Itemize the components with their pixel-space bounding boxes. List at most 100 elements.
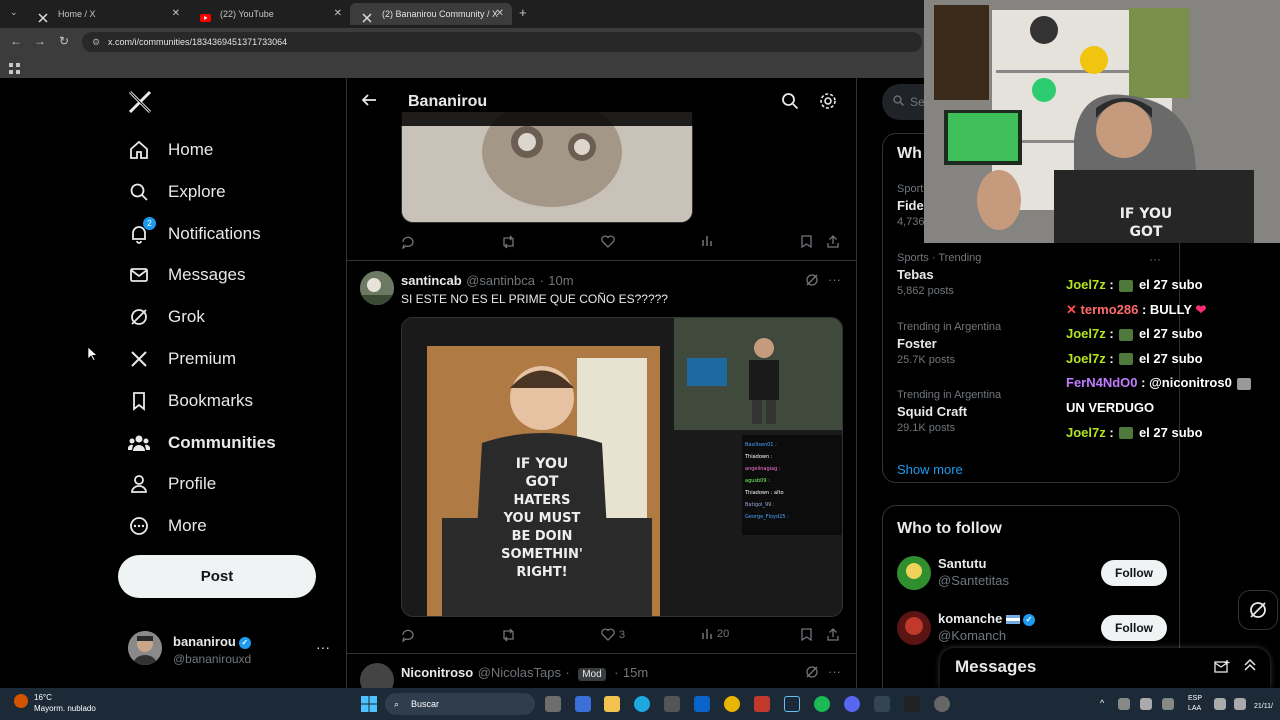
back-arrow-icon[interactable]: ← <box>10 34 22 48</box>
chat-line: Joel7z : el 27 subo <box>1066 424 1203 440</box>
more-dots-icon[interactable]: ··· <box>1149 252 1161 266</box>
nav-more[interactable]: More <box>128 509 207 543</box>
nav-messages[interactable]: Messages <box>128 258 245 292</box>
post-time[interactable]: 15m <box>623 665 648 680</box>
tab-close-icon[interactable]: ✕ <box>334 3 342 25</box>
avatar[interactable] <box>360 663 394 688</box>
follow-button[interactable]: Follow <box>1101 560 1167 586</box>
bookmark-icon[interactable] <box>801 628 812 641</box>
post-author-name[interactable]: Niconitroso <box>401 665 473 680</box>
tab-home-x[interactable]: Home / X ✕ <box>26 3 188 25</box>
app-icon[interactable] <box>874 696 890 712</box>
more-dots-icon[interactable]: ··· <box>316 639 330 655</box>
language-indicator[interactable]: ESP LAA <box>1188 694 1202 714</box>
post-time[interactable]: 10m <box>548 273 573 288</box>
volume-icon[interactable] <box>1234 698 1246 710</box>
follow-suggestion[interactable]: komanche ✓ @Komanch Follow <box>897 611 1167 651</box>
messages-drawer[interactable]: Messages <box>940 648 1270 688</box>
nav-profile[interactable]: Profile <box>128 467 216 501</box>
discord-icon[interactable] <box>844 696 860 712</box>
more-dots-icon[interactable]: ··· <box>828 664 841 679</box>
like-button[interactable]: 3 <box>601 628 625 641</box>
views-chart-icon[interactable] <box>701 235 713 247</box>
back-arrow-icon[interactable] <box>361 92 377 113</box>
store-icon[interactable] <box>664 696 680 712</box>
language-layout: LAA <box>1188 705 1202 712</box>
grok-icon[interactable] <box>805 665 819 684</box>
forward-arrow-icon[interactable]: → <box>34 34 46 48</box>
account-switcher[interactable]: bananirou ✓ @bananirouxd ··· <box>128 631 338 667</box>
views-button[interactable]: 20 <box>701 628 729 640</box>
tab-list-chevron-icon[interactable]: ⌄ <box>10 7 18 18</box>
new-message-icon[interactable] <box>1214 660 1230 679</box>
expand-chevron-icon[interactable] <box>1243 658 1257 677</box>
tab-youtube[interactable]: (22) YouTube ✕ <box>188 3 350 25</box>
edge-icon[interactable] <box>634 696 650 712</box>
chrome-icon[interactable] <box>724 696 740 712</box>
nav-label: Communities <box>168 433 276 452</box>
task-view-icon[interactable] <box>545 696 561 712</box>
app-icon[interactable] <box>754 696 770 712</box>
share-icon[interactable] <box>827 628 839 641</box>
post-button[interactable]: Post <box>118 555 316 598</box>
avatar[interactable] <box>360 271 394 305</box>
windows-start-icon[interactable] <box>361 696 377 717</box>
tray-chevron-icon[interactable]: ^ <box>1100 698 1104 708</box>
reload-icon[interactable]: ↻ <box>59 34 69 48</box>
post-author-handle[interactable]: @santinbca <box>466 273 535 288</box>
nav-communities[interactable]: Communities <box>128 426 276 460</box>
tray-icon[interactable] <box>1118 698 1130 710</box>
url-bar[interactable]: ⚙ x.com/i/communities/183436945137173306… <box>82 32 922 52</box>
spotify-icon[interactable] <box>814 696 830 712</box>
steam-icon[interactable] <box>784 696 800 712</box>
show-more-link[interactable]: Show more <box>897 462 963 477</box>
site-info-icon[interactable]: ⚙ <box>92 32 100 52</box>
webcam-feed-image: IF YOU GOT <box>924 0 1280 243</box>
grok-floating-button[interactable] <box>1238 590 1278 630</box>
app-icon[interactable] <box>934 696 950 712</box>
repost-icon[interactable] <box>501 628 516 642</box>
clock-date[interactable]: 21/11/ <box>1254 702 1273 712</box>
reply-icon[interactable] <box>401 235 415 249</box>
file-explorer-icon[interactable] <box>604 696 620 712</box>
search-icon[interactable] <box>781 92 799 115</box>
app-icon[interactable] <box>904 696 920 712</box>
tab-close-icon[interactable]: ✕ <box>496 3 504 25</box>
new-tab-button[interactable]: + <box>519 5 527 20</box>
taskbar-search[interactable]: ⌕ Buscar <box>385 693 535 715</box>
tray-icon[interactable] <box>1140 698 1152 710</box>
svg-text:IF YOU: IF YOU <box>516 456 569 472</box>
grok-icon[interactable] <box>805 273 819 292</box>
widgets-icon[interactable] <box>575 696 591 712</box>
follow-button[interactable]: Follow <box>1101 615 1167 641</box>
post-author-handle[interactable]: @NicolasTaps <box>478 665 561 680</box>
like-heart-icon <box>601 628 615 641</box>
reply-icon[interactable] <box>401 628 415 642</box>
post-author-name[interactable]: santincab <box>401 273 462 288</box>
tab-close-icon[interactable]: ✕ <box>172 3 180 25</box>
stream-chat-overlay: Joel7z : el 27 subo ✕ termo286 : BULLY ❤… <box>1066 273 1280 445</box>
nav-explore[interactable]: Explore <box>128 175 226 209</box>
apps-grid-icon[interactable] <box>9 61 20 79</box>
nav-premium[interactable]: Premium <box>128 342 236 376</box>
follow-suggestion[interactable]: Santutu @Santetitas Follow <box>897 556 1167 596</box>
nav-notifications[interactable]: 2 Notifications <box>128 217 261 251</box>
outlook-icon[interactable] <box>694 696 710 712</box>
nav-grok[interactable]: Grok <box>128 300 205 334</box>
repost-icon[interactable] <box>501 235 516 249</box>
post-media[interactable]: IF YOU GOT HATERS YOU MUST BE DOIN SOMET… <box>401 317 843 617</box>
network-icon[interactable] <box>1214 698 1226 710</box>
tab-bananirou-community[interactable]: (2) Bananirou Community / X ✕ <box>350 3 512 25</box>
settings-gear-icon[interactable] <box>819 92 837 115</box>
nav-home[interactable]: Home <box>128 133 213 167</box>
nav-bookmarks[interactable]: Bookmarks <box>128 384 253 418</box>
weather-widget[interactable]: 16°C Mayorm. nublado <box>14 692 96 714</box>
emote-icon <box>1237 377 1252 390</box>
more-dots-icon[interactable]: ··· <box>828 272 841 287</box>
x-logo-icon[interactable] <box>128 90 152 121</box>
previous-post-media[interactable] <box>401 112 693 223</box>
share-icon[interactable] <box>827 235 839 248</box>
like-heart-icon[interactable] <box>601 235 615 248</box>
bookmark-icon[interactable] <box>801 235 812 248</box>
microphone-icon[interactable] <box>1162 698 1174 710</box>
